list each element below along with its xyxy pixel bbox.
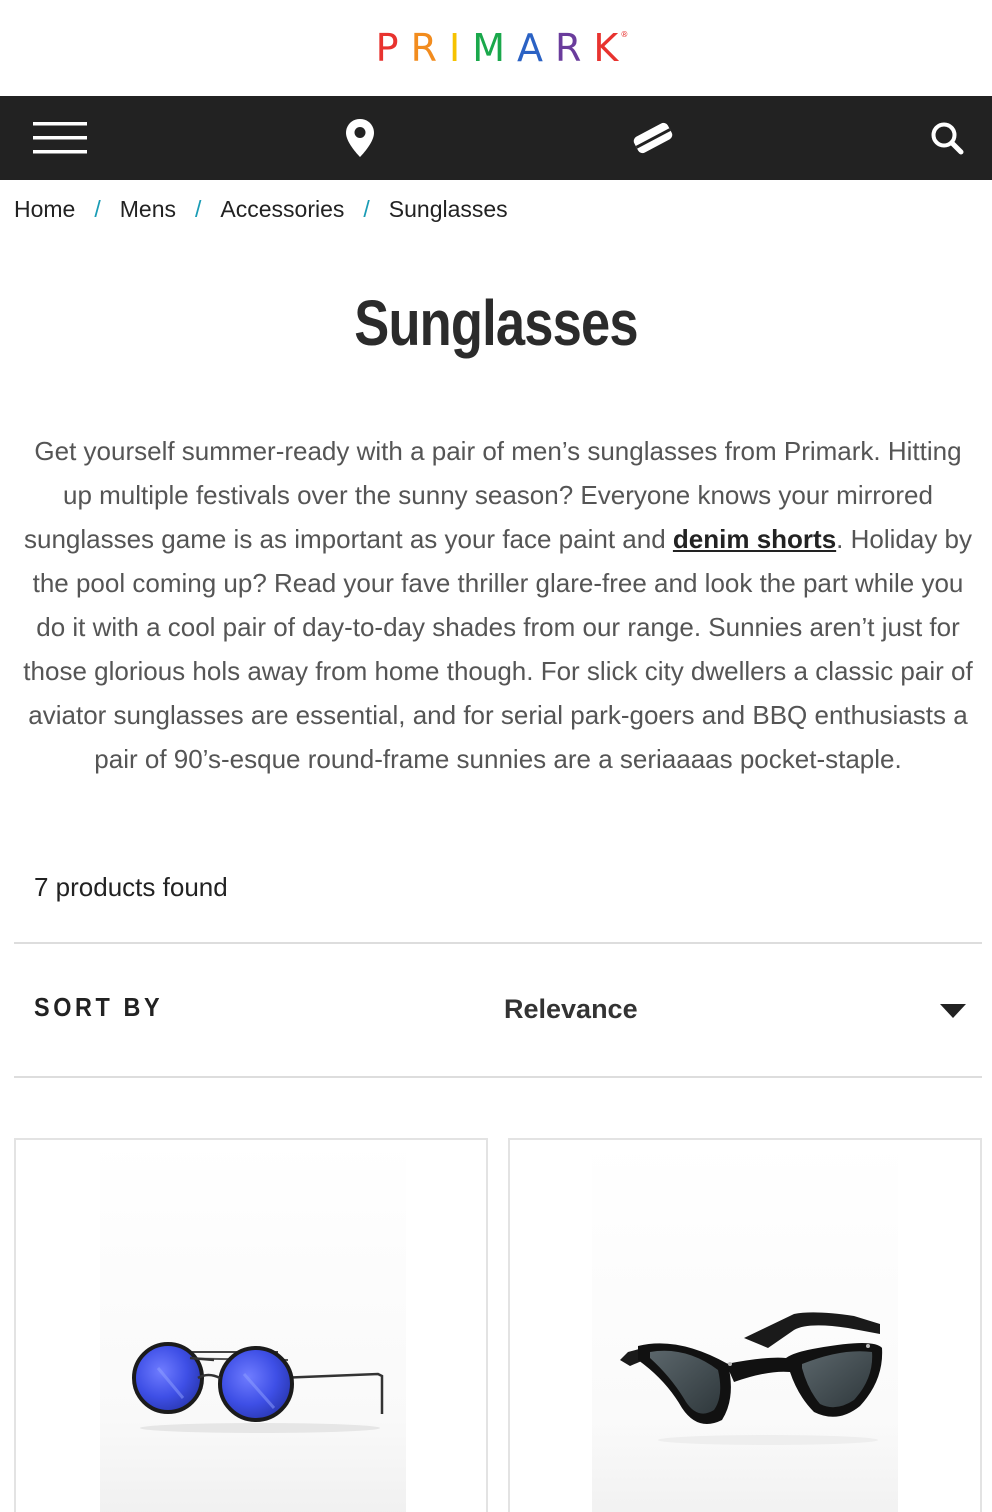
primark-logo[interactable]: P R I M A R K ® (364, 29, 629, 67)
denim-shorts-link[interactable]: denim shorts (673, 524, 836, 554)
breadcrumb-home[interactable]: Home (14, 196, 75, 223)
round-sunglasses-image (132, 1342, 384, 1433)
breadcrumb-separator: / (195, 196, 202, 222)
menu-button[interactable] (22, 96, 98, 180)
breadcrumb-sunglasses[interactable]: Sunglasses (389, 196, 508, 223)
logo-letter: P (375, 26, 411, 70)
logo-letter: R (555, 26, 594, 70)
main-nav-bar (0, 96, 992, 180)
sort-bar: SORT BY Relevance (14, 942, 982, 1078)
logo-letter: R (410, 26, 449, 70)
description-text: . Holiday by the pool coming up? Read yo… (23, 524, 973, 774)
store-locator-button[interactable] (330, 96, 390, 180)
breadcrumb-mens[interactable]: Mens (120, 196, 176, 223)
logo-letter: A (517, 26, 555, 70)
product-card[interactable] (14, 1138, 488, 1512)
products-found-count: 7 products found (34, 872, 228, 902)
sort-select[interactable]: Relevance (504, 982, 974, 1038)
gift-card-icon (633, 122, 673, 154)
breadcrumb-separator: / (94, 196, 101, 222)
search-icon (931, 122, 964, 155)
site-header: P R I M A R K ® (0, 0, 992, 96)
breadcrumb-accessories[interactable]: Accessories (220, 196, 344, 223)
gift-card-button[interactable] (622, 96, 684, 180)
category-description: Get yourself summer-ready with a pair of… (18, 429, 978, 781)
registered-mark: ® (620, 30, 629, 39)
caret-down-icon (940, 1004, 966, 1018)
logo-letter: M (472, 26, 517, 70)
product-image-background (100, 1140, 406, 1512)
sort-selected-value: Relevance (504, 994, 638, 1024)
sort-by-label: SORT BY (34, 992, 164, 1022)
page-title: Sunglasses (354, 287, 638, 359)
breadcrumb: Home / Mens / Accessories / Sunglasses (14, 196, 508, 223)
search-button[interactable] (916, 96, 978, 180)
product-card[interactable] (508, 1138, 982, 1512)
location-pin-icon (346, 119, 374, 157)
breadcrumb-separator: / (363, 196, 370, 222)
hamburger-menu-icon (33, 122, 87, 154)
logo-letter: I (448, 26, 473, 70)
wayfarer-sunglasses-image (620, 1312, 883, 1445)
